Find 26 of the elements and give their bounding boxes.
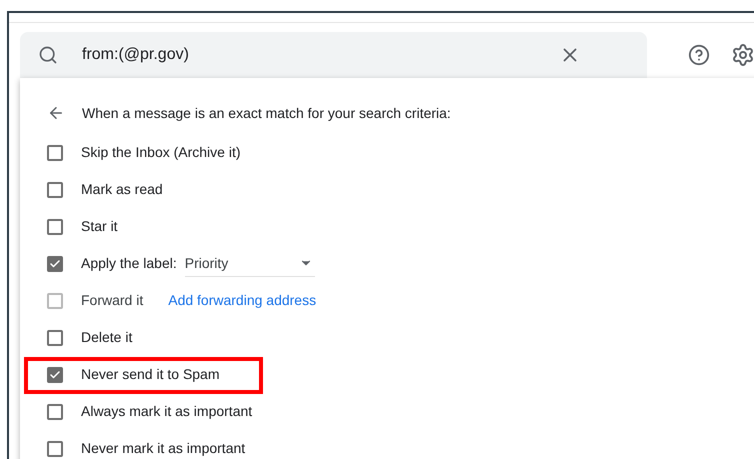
action-label: Forward it bbox=[81, 291, 144, 310]
settings-icon[interactable] bbox=[731, 43, 754, 67]
action-label: Never mark it as important bbox=[81, 439, 246, 458]
label-dropdown[interactable]: Priority bbox=[184, 250, 315, 276]
checkbox[interactable] bbox=[47, 256, 63, 272]
checkbox[interactable] bbox=[47, 440, 63, 456]
check-icon bbox=[49, 368, 61, 380]
action-label: Never send it to Spam bbox=[81, 365, 220, 384]
checkbox[interactable] bbox=[47, 144, 63, 160]
action-label: Delete it bbox=[81, 328, 132, 347]
action-label: Skip the Inbox (Archive it) bbox=[81, 143, 241, 162]
checkbox[interactable] bbox=[47, 404, 63, 420]
search-icon[interactable] bbox=[38, 45, 58, 65]
action-label: Apply the label: bbox=[81, 254, 177, 273]
action-label: Always mark it as important bbox=[81, 402, 252, 421]
checkbox[interactable] bbox=[47, 182, 63, 198]
check-icon bbox=[49, 258, 61, 270]
action-label: Star it bbox=[81, 217, 118, 236]
action-label: Mark as read bbox=[81, 180, 163, 199]
search-query: from:(@pr.gov) bbox=[82, 45, 190, 65]
checkbox[interactable] bbox=[47, 218, 63, 234]
checkbox[interactable] bbox=[47, 366, 63, 382]
search-field[interactable]: from:(@pr.gov) bbox=[20, 32, 647, 78]
checkbox[interactable] bbox=[47, 330, 63, 346]
help-icon[interactable] bbox=[688, 44, 710, 66]
panel-heading: When a message is an exact match for your search criteria: bbox=[82, 104, 451, 123]
